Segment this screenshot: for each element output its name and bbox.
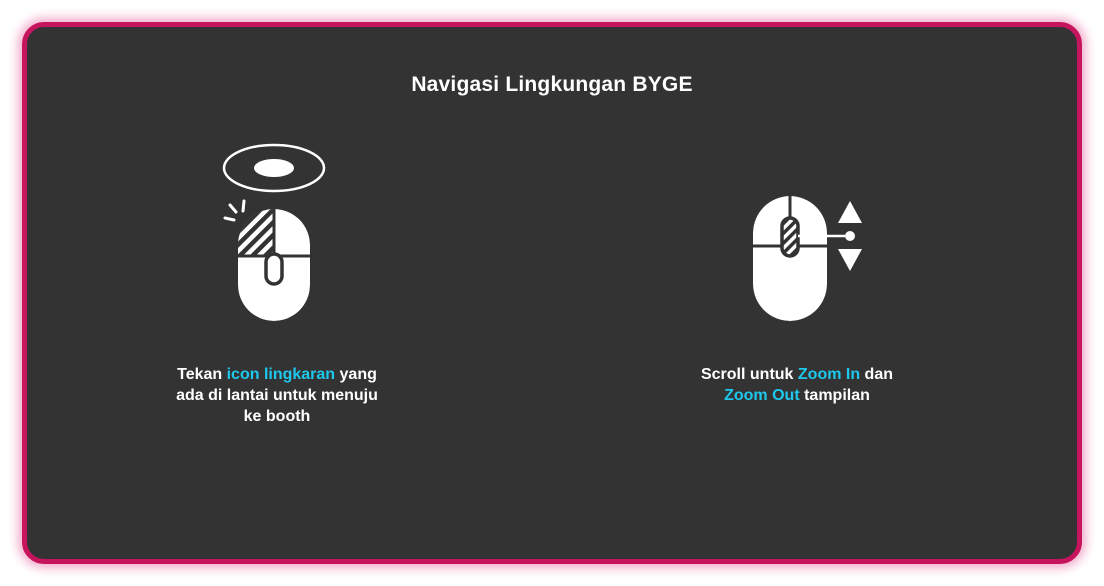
instruction-highlight: Zoom Out <box>724 387 800 404</box>
instruction-highlight: Zoom In <box>797 366 861 383</box>
navigation-help-panel: Navigasi Lingkungan BYGE Tekan icon ling… <box>22 22 1082 564</box>
instruction-scroll-zoom: Scroll untuk Zoom In dan Zoom Out tampil… <box>657 364 937 406</box>
instruction-text: Tekan <box>177 366 227 383</box>
instruction-text: Scroll untuk <box>700 366 798 383</box>
instruction-text: dan <box>860 366 893 383</box>
instruction-text: ada di lantai untuk menuju <box>176 387 378 404</box>
instruction-text: ke booth <box>243 408 311 425</box>
mouse-scroll-zoom-icon <box>753 196 862 321</box>
instruction-highlight: icon lingkaran <box>226 366 336 383</box>
instruction-floor-circle: Tekan icon lingkaran yang ada di lantai … <box>147 364 407 427</box>
instruction-text: tampilan <box>799 387 870 404</box>
instruction-text: yang <box>335 366 377 383</box>
panel-title: Navigasi Lingkungan BYGE <box>411 73 693 96</box>
mouse-left-click-icon <box>222 143 326 321</box>
floor-circle-icon <box>222 143 326 193</box>
